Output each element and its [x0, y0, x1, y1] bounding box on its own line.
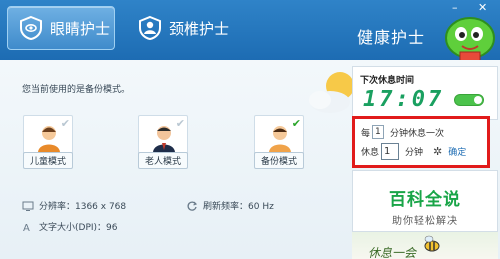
text-size-icon: A — [23, 223, 30, 233]
mode-label-elder[interactable]: 老人模式 — [138, 152, 188, 169]
tab-eye-nurse[interactable]: 眼睛护士 — [7, 6, 115, 50]
elder-avatar-icon — [153, 126, 175, 152]
refresh-info: 刷新频率：60 Hz — [186, 199, 274, 212]
every-suffix: 分钟休息一次 — [390, 128, 445, 139]
refresh-icon — [187, 201, 198, 211]
child-avatar-icon — [38, 126, 60, 152]
refresh-text: 刷新频率：60 Hz — [203, 202, 274, 212]
person-shield-icon — [139, 15, 161, 41]
bee-icon — [424, 235, 440, 252]
rest-settings-box: 每 1 分钟休息一次 休息 1 分钟 ✲ 确定 — [352, 116, 490, 168]
mode-label-child[interactable]: 儿童模式 — [23, 152, 73, 169]
resolution-text: 分辨率：1366 x 768 — [39, 202, 127, 212]
mascot-icon — [445, 17, 495, 63]
rest-duration-input[interactable]: 1 — [381, 143, 400, 160]
mode-hint: 您当前使用的是备份模式。 — [22, 85, 131, 95]
next-break-title: 下次休息时间 — [360, 76, 415, 86]
app-header: 眼睛护士 颈椎护士 – ✕ 健康护士 — [0, 0, 500, 60]
confirm-button[interactable]: 确定 — [448, 145, 466, 158]
ad-bottom-text: 休息一会 — [368, 246, 417, 259]
text-size-info: A 文字大小(DPI)：96 — [22, 220, 118, 234]
tab-neck-nurse[interactable]: 颈椎护士 — [127, 6, 235, 50]
interval-input[interactable]: 1 — [372, 125, 385, 139]
app-brand: 健康护士 — [357, 28, 426, 47]
next-break-time: 17:07 — [363, 87, 445, 112]
tab-eye-nurse-label: 眼睛护士 — [50, 19, 111, 38]
toggle-knob — [474, 96, 482, 104]
rest-row: 休息 1 分钟 ✲ 确定 — [361, 143, 466, 160]
rest-suffix: 分钟 — [405, 148, 424, 158]
ad-banner[interactable]: 百科全说 助你轻松解决 — [352, 170, 498, 232]
ad-subtitle: 助你轻松解决 — [392, 216, 458, 227]
mode-label-backup[interactable]: 备份模式 — [254, 152, 304, 169]
svg-text:A: A — [23, 223, 30, 233]
rest-prefix: 休息 — [361, 148, 380, 158]
tab-neck-nurse-label: 颈椎护士 — [169, 19, 230, 38]
ad-bottom-strip: 休息一会 — [352, 232, 498, 259]
next-break-panel: 下次休息时间 17:07 — [352, 66, 498, 120]
shield-icon — [20, 15, 42, 41]
gear-icon[interactable]: ✲ — [433, 145, 442, 158]
reminder-toggle[interactable] — [454, 94, 484, 106]
every-prefix: 每 — [361, 128, 371, 139]
resolution-info: 分辨率：1366 x 768 — [22, 199, 126, 212]
monitor-icon — [22, 201, 34, 211]
interval-row: 每 1 分钟休息一次 — [361, 125, 444, 139]
text-size-text: 文字大小(DPI)：96 — [39, 223, 118, 233]
backup-avatar-icon — [269, 126, 291, 152]
ad-title: 百科全说 — [389, 190, 461, 210]
